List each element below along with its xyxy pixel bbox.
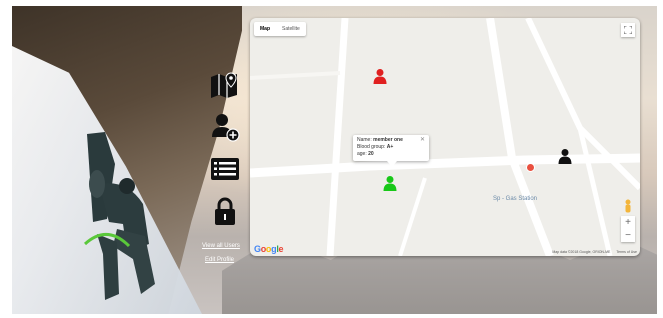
map-data-credit: Map data ©2018 Google, ORION-ME	[552, 250, 611, 254]
terms-of-use-link[interactable]: Terms of Use	[616, 250, 637, 254]
lock-button[interactable]	[208, 194, 242, 228]
person-marker-icon	[383, 176, 397, 191]
map-button[interactable]	[208, 68, 242, 102]
pegman-icon	[625, 199, 631, 213]
add-user-icon	[212, 114, 240, 142]
map-type-control: Map Satellite	[254, 22, 306, 36]
sidebar-menu	[208, 68, 246, 236]
view-all-users-link[interactable]: View all Users	[202, 243, 240, 249]
fullscreen-button[interactable]	[621, 23, 635, 37]
add-user-button[interactable]	[208, 110, 242, 144]
zoom-control: + −	[621, 216, 635, 242]
map-attribution: Map data ©2018 Google, ORION-ME Terms of…	[552, 250, 637, 254]
poi-label[interactable]: Sp - Gas Station	[493, 196, 537, 202]
map-icon	[211, 72, 237, 98]
edit-profile-link[interactable]: Edit Profile	[205, 257, 234, 263]
map-roads	[250, 18, 640, 256]
poi-marker-icon[interactable]	[526, 163, 535, 172]
fullscreen-icon	[624, 26, 632, 34]
info-age-row: age: 20	[357, 151, 374, 157]
map-type-satellite[interactable]: Satellite	[276, 22, 306, 36]
member-info-window: ✕ Name: member one Blood group: A+ age: …	[353, 135, 429, 167]
snowboarder-illustration	[83, 132, 155, 300]
lock-icon	[215, 197, 235, 225]
member-marker-green[interactable]	[382, 175, 398, 191]
list-button[interactable]	[208, 152, 242, 186]
zoom-in-button[interactable]: +	[621, 216, 635, 229]
street-view-pegman-icon[interactable]	[623, 199, 633, 213]
person-marker-icon	[373, 69, 387, 84]
info-blood-row: Blood group: A+	[357, 144, 394, 150]
zoom-out-button[interactable]: −	[621, 229, 635, 242]
person-marker-icon	[558, 149, 572, 164]
info-name-row: Name: member one	[357, 137, 403, 143]
map-panel[interactable]: Map Satellite ✕ Name: member one Blood g…	[250, 18, 640, 256]
google-logo: Google	[254, 244, 284, 254]
member-marker-red[interactable]	[372, 68, 388, 84]
list-icon	[211, 158, 239, 180]
member-marker-black[interactable]	[557, 148, 573, 164]
close-icon[interactable]: ✕	[420, 137, 425, 144]
map-type-map[interactable]: Map	[254, 22, 276, 36]
